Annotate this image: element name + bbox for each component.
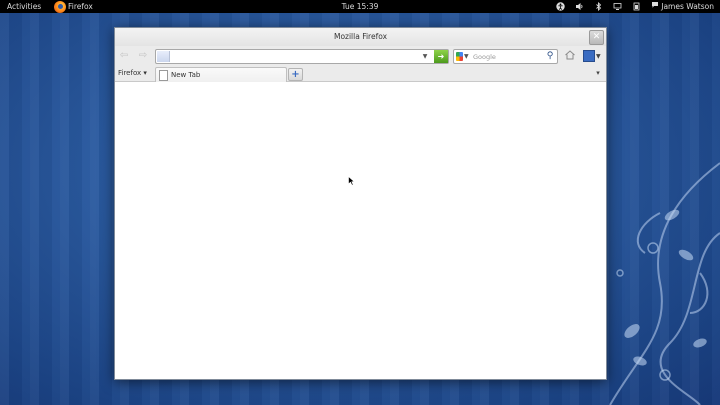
search-magnifier-icon[interactable]: ⚲ [544, 50, 556, 63]
forward-arrow-icon: ⇨ [138, 50, 148, 61]
back-button[interactable]: ⇦ [118, 50, 130, 62]
go-button[interactable]: ➜ [434, 50, 448, 63]
close-icon: ✕ [592, 32, 601, 42]
system-tray: James Watson [556, 0, 714, 13]
search-bar[interactable]: ▼ ⚲ [453, 49, 558, 64]
bluetooth-icon[interactable] [594, 2, 603, 11]
firefox-menu-button[interactable]: Firefox ▾ [118, 68, 147, 79]
bookmarks-icon [583, 50, 595, 62]
user-name: James Watson [661, 2, 714, 11]
top-panel: Activities Firefox Tue 15:39 James Watso… [0, 0, 720, 13]
forward-button[interactable]: ⇨ [137, 50, 149, 62]
chevron-down-icon: ▾ [596, 69, 600, 77]
volume-icon[interactable] [575, 2, 584, 11]
firefox-menu-label: Firefox [118, 69, 142, 77]
url-bar[interactable]: ▼ ➜ [155, 49, 449, 64]
chevron-down-icon: ▾ [143, 69, 147, 77]
tab-bar: Firefox ▾ New Tab + ▾ [115, 66, 606, 82]
window-titlebar[interactable]: Mozilla Firefox ✕ [115, 28, 606, 46]
window-close-button[interactable]: ✕ [589, 30, 604, 45]
mouse-cursor-icon [348, 176, 355, 186]
page-content[interactable] [115, 82, 606, 379]
page-icon [159, 69, 168, 81]
chevron-down-icon: ▼ [596, 52, 601, 60]
tab-list-button[interactable]: ▾ [593, 68, 603, 79]
accessibility-icon[interactable] [556, 2, 565, 11]
url-history-dropdown-icon[interactable]: ▼ [420, 50, 430, 63]
plus-icon: + [291, 69, 300, 80]
tab-label: New Tab [171, 71, 201, 79]
home-button[interactable] [563, 49, 577, 63]
go-arrow-icon: ➜ [437, 52, 445, 61]
tab-new-tab[interactable]: New Tab [155, 67, 287, 82]
search-engine-selector[interactable]: ▼ [456, 51, 470, 62]
user-chat-icon [651, 0, 659, 13]
bookmarks-button[interactable]: ▼ [583, 49, 603, 63]
app-menu-label: Firefox [68, 2, 93, 11]
network-icon[interactable] [613, 2, 622, 11]
firefox-logo-icon [54, 0, 66, 13]
chevron-down-icon: ▼ [464, 53, 469, 60]
search-input[interactable] [473, 50, 541, 63]
power-icon[interactable] [632, 2, 641, 11]
window-title: Mozilla Firefox [333, 32, 388, 41]
home-icon [565, 50, 575, 60]
firefox-window: Mozilla Firefox ✕ ⇦ ⇨ ▼ ➜ ▼ ⚲ [114, 27, 607, 380]
google-icon [456, 52, 463, 61]
activities-button[interactable]: Activities [7, 0, 41, 13]
navigation-toolbar: ⇦ ⇨ ▼ ➜ ▼ ⚲ ▼ [115, 46, 606, 66]
new-tab-button[interactable]: + [288, 68, 303, 81]
back-arrow-icon: ⇦ [119, 50, 129, 61]
clock[interactable]: Tue 15:39 [340, 0, 380, 13]
user-menu[interactable]: James Watson [651, 0, 714, 13]
site-identity-icon[interactable] [157, 51, 170, 62]
app-menu[interactable]: Firefox [54, 0, 93, 13]
